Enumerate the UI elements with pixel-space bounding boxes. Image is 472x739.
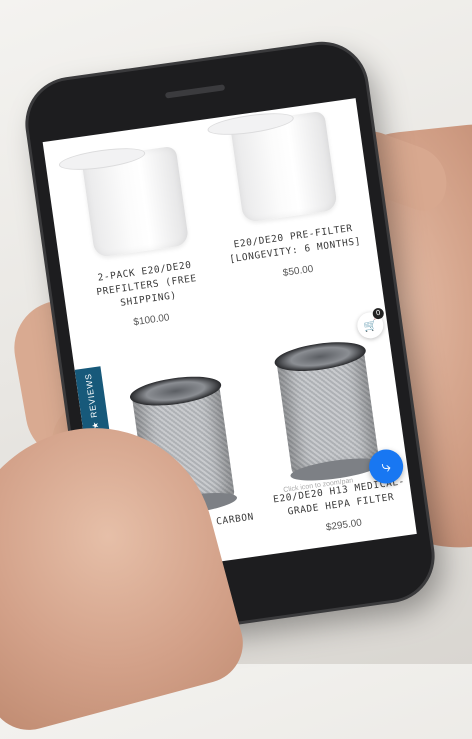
canister-top bbox=[128, 371, 223, 411]
cart-count-badge: 0 bbox=[372, 307, 385, 320]
product-card[interactable]: 2-PACK E20/DE20 PREFILTERS (FREE SHIPPIN… bbox=[54, 142, 227, 336]
cart-button[interactable]: 🛒 0 bbox=[355, 307, 386, 341]
product-image[interactable] bbox=[202, 107, 364, 227]
canister-top bbox=[272, 337, 368, 376]
reviews-tab-label: ★ REVIEWS bbox=[82, 372, 101, 430]
hepa-canister-image bbox=[272, 337, 383, 485]
photo-scene: 2-PACK E20/DE20 PREFILTERS (FREE SHIPPIN… bbox=[0, 0, 472, 739]
messenger-icon: ⤷ bbox=[380, 455, 392, 477]
phone-speaker bbox=[164, 84, 226, 99]
product-image[interactable] bbox=[54, 142, 216, 262]
product-card[interactable]: E20/DE20 PRE-FILTER [LONGEVITY: 6 MONTHS… bbox=[202, 107, 373, 287]
product-card[interactable]: E20/DE20 H13 MEDICAL-GRADE HEPA FILTER $… bbox=[246, 337, 417, 541]
cart-icon: 🛒 bbox=[362, 317, 379, 333]
